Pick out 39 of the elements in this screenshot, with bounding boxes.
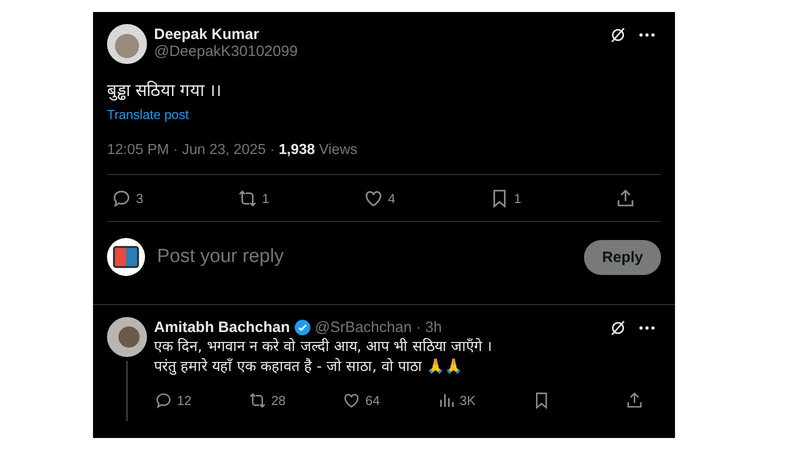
reply-action[interactable]: 3 (111, 188, 147, 208)
post-timestamp: 12:05 PM · Jun 23, 2025 · 1,938 Views (107, 142, 358, 158)
author-handle[interactable]: @DeepakK30102099 (154, 43, 298, 60)
avatar[interactable] (107, 24, 147, 64)
slashed-circle-icon[interactable] (609, 319, 627, 337)
author-name[interactable]: Amitabh Bachchan (154, 318, 290, 336)
speech-bubble-icon (154, 390, 173, 410)
speech-bubble-icon (111, 188, 132, 208)
reply-action[interactable]: 12 (154, 390, 192, 410)
repost-action[interactable]: 1 (237, 188, 273, 208)
reply-text: एक दिन, भगवान न करे वो जल्दी आय, आप भी सठिया जाएँगे । परंतु हमारे यहाँ एक कहावत है - जो साठा, वो पाठा 🙏🙏 (154, 337, 494, 377)
share-icon (624, 390, 644, 410)
action-count: 3 (136, 190, 144, 206)
action-count: 1 (262, 190, 270, 206)
logo-avatar (107, 238, 145, 276)
post-text: बुड्ढा सठिया गया ।। (107, 80, 222, 101)
avatar[interactable] (107, 317, 147, 357)
action-count: 28 (271, 392, 286, 408)
more-options-icon[interactable] (639, 326, 655, 330)
bookmark-action[interactable]: 1 (489, 188, 525, 208)
author-handle[interactable]: @SrBachchan · 3h (314, 318, 442, 336)
repost-action[interactable]: 28 (248, 390, 286, 410)
action-count: 64 (365, 392, 380, 408)
reply-input-field[interactable]: Post your reply (155, 245, 574, 269)
action-count: 12 (177, 392, 192, 408)
more-options-icon[interactable] (639, 33, 655, 37)
like-action[interactable]: 64 (342, 390, 380, 410)
views-action[interactable]: 3K (436, 390, 476, 410)
reply-button[interactable]: Reply (584, 240, 661, 274)
action-count: 3K (460, 392, 476, 408)
share-icon (615, 188, 636, 208)
repost-icon (237, 188, 258, 208)
translate-link[interactable]: Translate post (107, 107, 189, 122)
slashed-circle-icon[interactable] (609, 26, 627, 44)
author-name[interactable]: Deepak Kumar (154, 26, 298, 43)
like-action[interactable]: 4 (363, 188, 399, 208)
action-count: 4 (388, 190, 396, 206)
action-count: 1 (514, 190, 522, 206)
repost-icon (248, 390, 268, 410)
